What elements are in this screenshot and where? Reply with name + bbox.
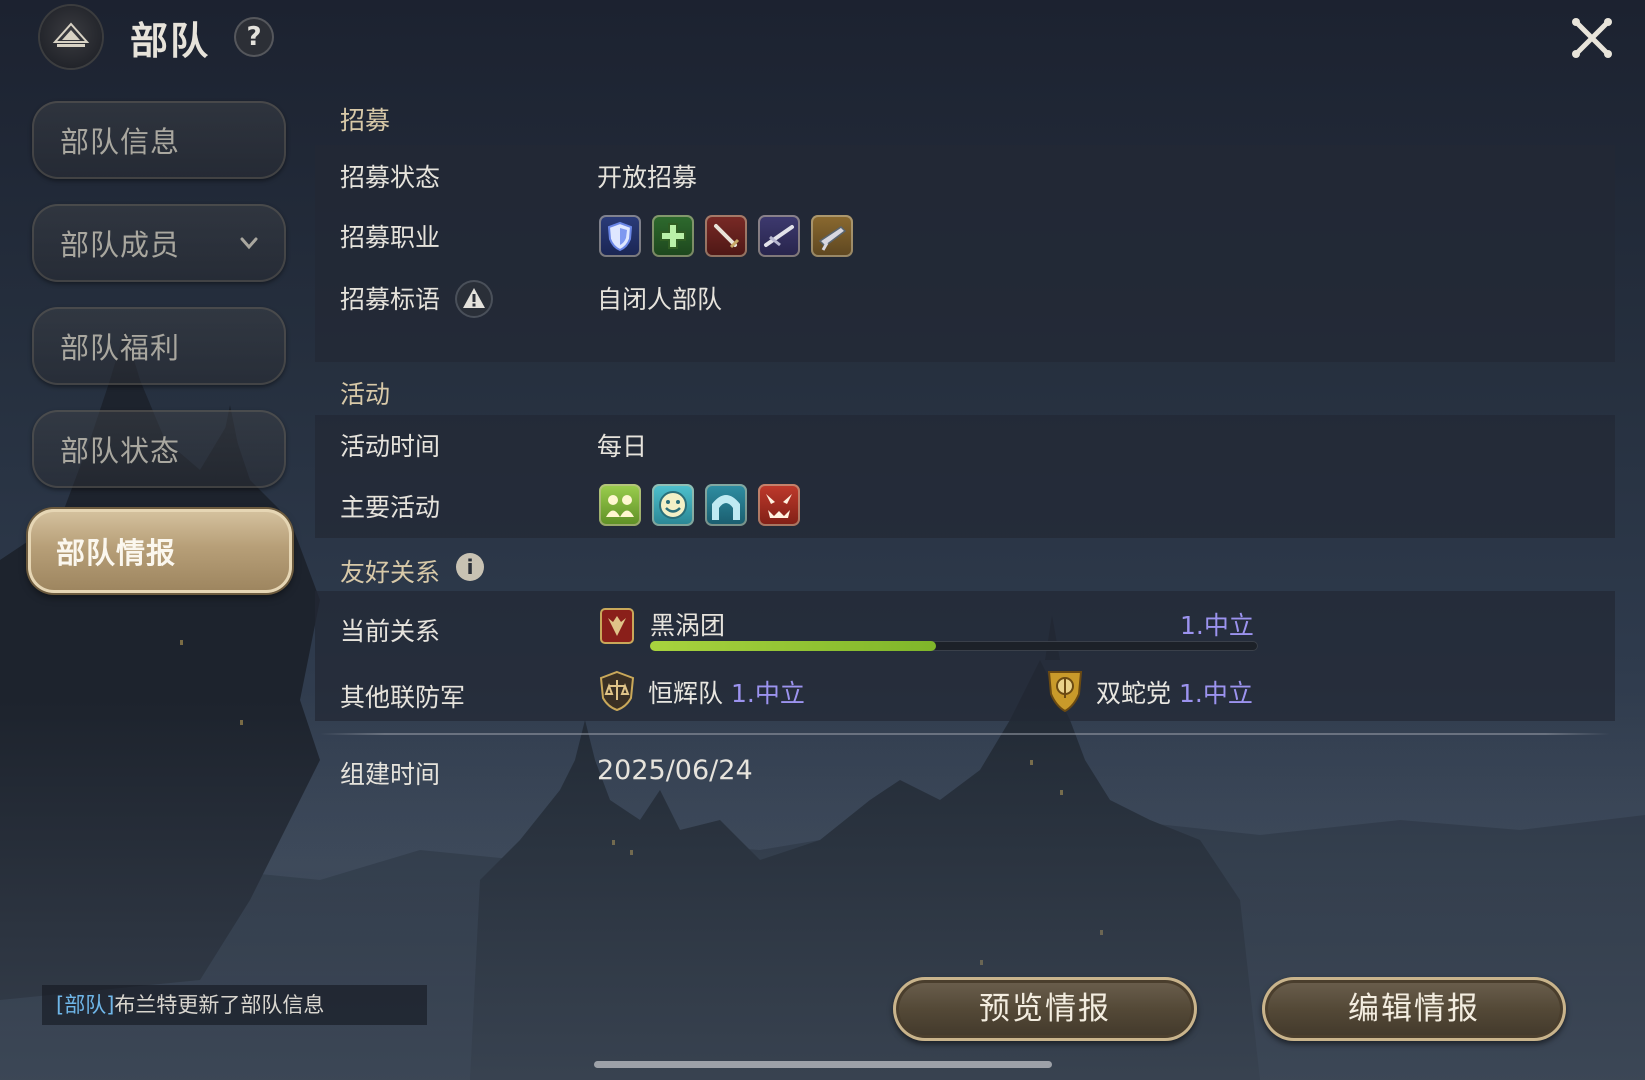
page-title: 部队 [130, 19, 211, 63]
relation-progress-fill [650, 641, 936, 651]
healer-cross-icon [652, 215, 694, 257]
shield-icon [599, 215, 641, 257]
sidebar-item-members[interactable]: 部队成员 [32, 204, 286, 282]
home-indicator[interactable] [594, 1061, 1052, 1068]
alliance-entry: 双蛇党 1.中立 [1096, 674, 1253, 710]
section-title-activity: 活动 [340, 380, 391, 409]
log-channel-tag: [部队] [56, 993, 115, 1017]
sidebar-item-benefits[interactable]: 部队福利 [32, 307, 286, 385]
activity-main-icons [597, 482, 807, 528]
lance-icon [758, 215, 800, 257]
sidebar-item-info[interactable]: 部队信息 [32, 101, 286, 179]
immortal-flames-crest-icon [598, 670, 636, 712]
activity-panel [315, 415, 1615, 538]
close-button[interactable] [1568, 14, 1616, 62]
alliance-rank: 1.中立 [730, 679, 805, 708]
founded-value: 2025/06/24 [597, 755, 753, 786]
recruit-slogan-value: 自闭人部队 [597, 285, 723, 314]
alliance-entry: 恒辉队 1.中立 [648, 674, 805, 710]
relations-panel [315, 591, 1615, 721]
recruit-panel [315, 145, 1615, 362]
sidebar-item-status[interactable]: 部队状态 [32, 410, 286, 488]
activity-main-label: 主要活动 [340, 493, 441, 522]
twin-adder-crest-icon [1046, 668, 1084, 714]
help-button[interactable]: ? [234, 17, 274, 57]
other-alliances-label: 其他联防军 [340, 683, 466, 712]
sidebar-item-label: 部队成员 [60, 228, 181, 262]
recruit-slogan-label: 招募标语 [340, 285, 441, 314]
gun-icon [811, 215, 853, 257]
preview-intel-button[interactable]: 预览情报 [893, 977, 1197, 1041]
social-icon [599, 484, 641, 526]
sidebar-item-intel[interactable]: 部队情报 [28, 509, 292, 593]
maelstrom-crest-icon [598, 606, 636, 646]
founded-label: 组建时间 [340, 760, 441, 789]
sidebar-item-label: 部队状态 [60, 434, 181, 468]
close-icon [1572, 18, 1612, 58]
chat-log-line[interactable]: [部队]布兰特更新了部队信息 [42, 985, 427, 1025]
activity-time-value: 每日 [597, 432, 648, 461]
activity-time-label: 活动时间 [340, 432, 441, 461]
section-title-recruit: 招募 [340, 106, 391, 135]
log-message: 布兰特更新了部队信息 [114, 993, 325, 1017]
dungeon-icon [705, 484, 747, 526]
relation-progress-bar [650, 641, 1258, 651]
company-emblem-icon [40, 6, 102, 68]
current-relation-label: 当前关系 [340, 617, 441, 646]
alliance-rank: 1.中立 [1178, 679, 1253, 708]
current-relation-name: 黑涡团 [650, 611, 726, 640]
section-divider [320, 733, 1610, 735]
alliance-name: 双蛇党 [1096, 679, 1172, 708]
sidebar-item-label: 部队情报 [56, 536, 177, 570]
sidebar-item-label: 部队福利 [60, 331, 181, 365]
chevron-down-icon [240, 237, 258, 250]
recruit-jobs-label: 招募职业 [340, 223, 441, 252]
smile-icon [652, 484, 694, 526]
current-relation-rank: 1.中立 [1180, 611, 1254, 640]
alliance-name: 恒辉队 [648, 679, 724, 708]
sword-icon [705, 215, 747, 257]
info-icon[interactable]: i [456, 553, 484, 581]
boss-icon [758, 484, 800, 526]
edit-intel-button[interactable]: 编辑情报 [1262, 977, 1566, 1041]
recruit-status-label: 招募状态 [340, 163, 441, 192]
recruit-status-value: 开放招募 [597, 163, 698, 192]
recruit-jobs-icons [597, 213, 857, 259]
warning-icon[interactable] [455, 280, 493, 318]
section-title-relations: 友好关系 [340, 558, 441, 587]
sidebar-item-label: 部队信息 [60, 125, 181, 159]
